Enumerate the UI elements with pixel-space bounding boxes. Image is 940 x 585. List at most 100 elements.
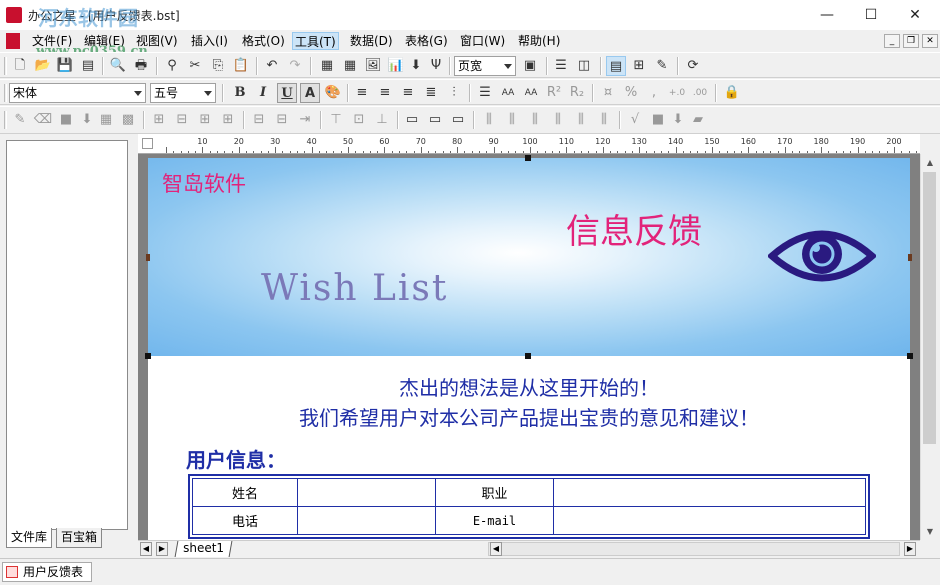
selection-handle[interactable] [525, 155, 531, 161]
grid-view-icon[interactable]: ⊞ [629, 56, 649, 76]
eraser-icon[interactable]: ⌫ [33, 110, 53, 130]
cell-color-icon[interactable]: ■ [648, 110, 668, 130]
table-cell-input[interactable] [297, 506, 436, 535]
align-center-icon[interactable]: ≡ [375, 83, 395, 103]
frame-top-icon[interactable]: ▭ [402, 110, 422, 130]
shading-icon[interactable]: ▩ [118, 110, 138, 130]
tab-treasure-box[interactable]: 百宝箱 [56, 528, 103, 548]
row-height-icon[interactable]: ⫼ [502, 110, 522, 130]
char-spacing-narrow-icon[interactable]: AA [521, 83, 541, 103]
menu-window[interactable]: 窗口(W) [458, 32, 507, 50]
maximize-button[interactable]: ☐ [848, 0, 894, 30]
outline-button[interactable]: A [300, 83, 320, 103]
table-props-icon[interactable]: ⫼ [594, 110, 614, 130]
layout-view-icon[interactable]: ▤ [606, 56, 626, 76]
menu-data[interactable]: 数据(D) [348, 32, 395, 50]
mdi-minimize-icon[interactable]: _ [884, 34, 900, 48]
decrease-decimal-icon[interactable]: .00 [690, 83, 710, 103]
scroll-left-icon[interactable]: ◀ [490, 542, 502, 556]
vertical-scrollbar[interactable]: ▲ ▼ [920, 154, 938, 540]
underline-button[interactable]: U [277, 83, 297, 103]
print-icon[interactable]: 🖶 [131, 56, 151, 76]
pen-icon[interactable]: ✎ [10, 110, 30, 130]
merge-cells-icon[interactable]: ⊞ [149, 110, 169, 130]
auto-fit-icon[interactable]: ⫼ [571, 110, 591, 130]
close-button[interactable]: ✕ [892, 0, 938, 30]
cut-icon[interactable]: ✂ [185, 56, 205, 76]
selection-handle[interactable] [146, 254, 150, 261]
insert-picture-icon[interactable]: 🖼 [363, 56, 383, 76]
menu-insert[interactable]: 插入(I) [189, 32, 230, 50]
save-icon[interactable]: 💾 [55, 56, 75, 76]
superscript-icon[interactable]: R² [544, 83, 564, 103]
distribute-rows-icon[interactable]: ⫼ [548, 110, 568, 130]
clear-format-icon[interactable]: ▰ [688, 110, 708, 130]
refresh-icon[interactable]: ⟳ [683, 56, 703, 76]
formula-icon[interactable]: √ [625, 110, 645, 130]
sheet-tab[interactable]: sheet1 [174, 541, 233, 557]
horizontal-scrollbar[interactable] [488, 542, 900, 556]
delete-row-icon[interactable]: ⊟ [249, 110, 269, 130]
copy-icon[interactable]: ⎘ [208, 56, 228, 76]
table-cell-input[interactable] [297, 478, 436, 507]
menu-format[interactable]: 格式(O) [240, 32, 287, 50]
app-icon[interactable] [6, 7, 22, 23]
redo-icon[interactable]: ↷ [285, 56, 305, 76]
scroll-right-icon[interactable]: ▶ [904, 542, 916, 556]
selection-handle[interactable] [908, 254, 912, 261]
undo-icon[interactable]: ↶ [262, 56, 282, 76]
minimize-button[interactable]: — [804, 0, 850, 30]
subscript-icon[interactable]: R₂ [567, 83, 587, 103]
fill-color-icon[interactable]: ■ [56, 110, 76, 130]
file-library-list[interactable] [6, 140, 128, 530]
align-middle-icon[interactable]: ⊡ [349, 110, 369, 130]
lock-icon[interactable]: 🔒 [722, 83, 742, 103]
table-cell-label[interactable]: 电话 [192, 506, 298, 535]
document-page[interactable]: 智岛软件 信息反馈 Wish List 杰出的想法是从这里开始的！ 我们希望用户… [145, 155, 913, 540]
align-right-icon[interactable]: ≡ [398, 83, 418, 103]
scroll-up-icon[interactable]: ▲ [921, 154, 939, 171]
open-folder-icon[interactable]: 📂 [33, 56, 53, 76]
insert-col-icon[interactable]: ⊞ [218, 110, 238, 130]
sheet-next-icon[interactable]: ▶ [156, 542, 168, 556]
split-cells-icon[interactable]: ⊟ [172, 110, 192, 130]
table-cell-label[interactable]: 职业 [435, 478, 554, 507]
insert-field-icon[interactable]: ⬇ [406, 56, 426, 76]
insert-chart-icon[interactable]: 📊 [386, 56, 406, 76]
align-top-icon[interactable]: ⊤ [326, 110, 346, 130]
page-view-select[interactable]: 页宽 [454, 56, 516, 76]
distribute-cols-icon[interactable]: ⫼ [525, 110, 545, 130]
toolbar-grip[interactable] [4, 84, 7, 102]
table-cell-input[interactable] [553, 478, 866, 507]
frame-bottom-icon[interactable]: ▭ [448, 110, 468, 130]
font-size-select[interactable]: 五号 [150, 83, 216, 103]
menu-tools[interactable]: 工具(T) [292, 32, 339, 50]
delete-col-icon[interactable]: ⊟ [272, 110, 292, 130]
toolbar-grip[interactable] [4, 111, 7, 129]
save-all-icon[interactable]: ▤ [78, 56, 98, 76]
scroll-down-icon[interactable]: ▼ [921, 523, 939, 540]
insert-text-icon[interactable]: ▦ [317, 56, 337, 76]
align-bottom-icon[interactable]: ⊥ [372, 110, 392, 130]
insert-symbol-icon[interactable]: Ψ [426, 56, 446, 76]
increase-decimal-icon[interactable]: +.0 [667, 83, 687, 103]
table-cell-label[interactable]: 姓名 [192, 478, 298, 507]
line-spacing-icon[interactable]: ☰ [475, 83, 495, 103]
selection-handle[interactable] [525, 353, 531, 359]
new-file-icon[interactable]: 🗋 [10, 56, 30, 76]
document-canvas[interactable]: 智岛软件 信息反馈 Wish List 杰出的想法是从这里开始的！ 我们希望用户… [138, 154, 920, 540]
bold-button[interactable]: B [230, 83, 250, 103]
move-right-icon[interactable]: ⇥ [295, 110, 315, 130]
toolbar-grip[interactable] [4, 57, 7, 75]
menu-table[interactable]: 表格(G) [403, 32, 450, 50]
document-task-button[interactable]: 用户反馈表 [2, 562, 93, 582]
char-spacing-icon[interactable]: AA [498, 83, 518, 103]
tab-file-library[interactable]: 文件库 [6, 528, 53, 548]
distribute-icon[interactable]: ⫶ [444, 83, 464, 103]
print-preview-icon[interactable]: 🔍 [108, 56, 128, 76]
split-horizontal-icon[interactable]: ☰ [551, 56, 571, 76]
italic-button[interactable]: I [253, 83, 273, 103]
insert-row-icon[interactable]: ⊞ [195, 110, 215, 130]
col-width-icon[interactable]: ⫼ [479, 110, 499, 130]
table-cell-input[interactable] [553, 506, 866, 535]
